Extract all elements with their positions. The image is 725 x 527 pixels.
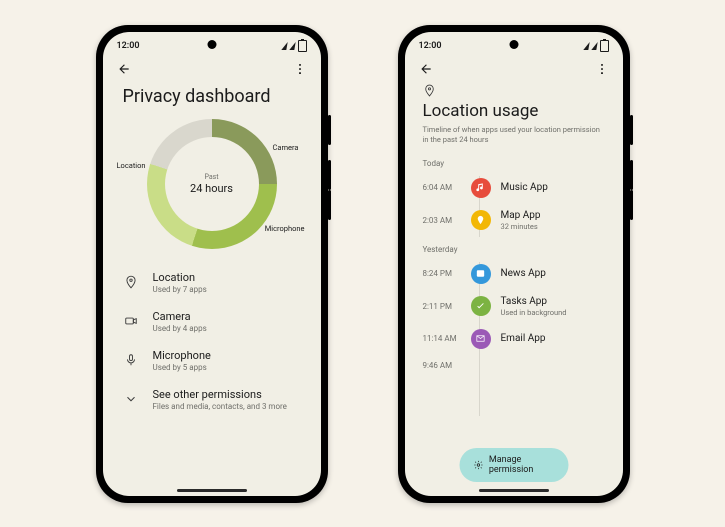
- timeline-time: 2:03 AM: [423, 216, 461, 225]
- timeline-sub: 32 minutes: [501, 222, 541, 231]
- timeline-app: News App: [501, 268, 546, 279]
- manage-permission-label: Manage permission: [489, 455, 554, 475]
- timeline-time: 6:04 AM: [423, 183, 461, 192]
- section-header-today: Today: [405, 151, 623, 172]
- signal-icon: [281, 42, 287, 50]
- permission-row-microphone[interactable]: MicrophoneUsed by 5 apps: [121, 341, 303, 380]
- timeline-app: Music App: [501, 182, 548, 193]
- back-button[interactable]: [419, 62, 433, 76]
- page-title: Location usage: [423, 101, 605, 121]
- timeline-row[interactable]: 2:03 AM Map App32 minutes: [423, 204, 605, 237]
- arrow-left-icon: [117, 62, 131, 76]
- more-vert-icon: [595, 62, 609, 76]
- app-icon-music: [471, 178, 491, 198]
- signal-icon: [591, 42, 597, 50]
- permission-sub: Files and media, contacts, and 3 more: [153, 402, 287, 411]
- signal-icon: [583, 42, 589, 50]
- arrow-left-icon: [419, 62, 433, 76]
- timeline-app: Tasks App: [501, 296, 567, 307]
- camera-punch-hole: [509, 40, 518, 49]
- timeline-row[interactable]: 8:24 PM News App: [423, 258, 605, 290]
- timeline-row-cutoff: 9:46 AM: [423, 355, 605, 376]
- permission-label: Location: [153, 271, 207, 284]
- donut-label-microphone: Microphone: [265, 224, 305, 233]
- timeline-app: Map App: [501, 210, 541, 221]
- timeline-row[interactable]: 6:04 AM Music App: [423, 172, 605, 204]
- permission-label: See other permissions: [153, 388, 287, 401]
- battery-icon: [298, 40, 307, 52]
- permission-sub: Used by 5 apps: [153, 363, 211, 372]
- timeline-sub: Used in background: [501, 308, 567, 317]
- back-button[interactable]: [117, 62, 131, 76]
- screen-location-usage: 12:00 Location usage Timeline of whe: [405, 32, 623, 496]
- battery-icon: [600, 40, 609, 52]
- phone-frame-left: 12:00 Privacy dashboard Past: [96, 25, 328, 503]
- app-icon-map: [471, 210, 491, 230]
- page-subtitle: Timeline of when apps used your location…: [423, 125, 605, 145]
- donut-caption-top: Past: [204, 173, 218, 181]
- overflow-menu[interactable]: [293, 62, 307, 76]
- chevron-down-icon: [123, 392, 139, 406]
- location-pin-icon: [423, 84, 605, 97]
- permission-row-camera[interactable]: CameraUsed by 4 apps: [121, 302, 303, 341]
- camera-punch-hole: [207, 40, 216, 49]
- app-icon-tasks: [471, 296, 491, 316]
- timeline-row[interactable]: 11:14 AM Email App: [423, 323, 605, 355]
- permission-sub: Used by 7 apps: [153, 285, 207, 294]
- permission-label: Microphone: [153, 349, 211, 362]
- donut-label-camera: Camera: [273, 143, 299, 152]
- camera-icon: [123, 314, 139, 328]
- page-title: Privacy dashboard: [103, 80, 321, 117]
- donut-label-location: Location: [117, 161, 146, 170]
- app-icon-email: [471, 329, 491, 349]
- timeline-app: Email App: [501, 333, 546, 344]
- permission-sub: Used by 4 apps: [153, 324, 207, 333]
- permission-label: Camera: [153, 310, 207, 323]
- location-pin-icon: [123, 275, 139, 289]
- signal-icon: [289, 42, 295, 50]
- permission-row-location[interactable]: LocationUsed by 7 apps: [121, 263, 303, 302]
- microphone-icon: [123, 353, 139, 367]
- status-time: 12:00: [117, 41, 140, 51]
- timeline-time: 11:14 AM: [423, 334, 461, 343]
- phone-frame-right: 12:00 Location usage Timeline of whe: [398, 25, 630, 503]
- screen-privacy-dashboard: 12:00 Privacy dashboard Past: [103, 32, 321, 496]
- timeline-time: 9:46 AM: [423, 361, 461, 370]
- overflow-menu[interactable]: [595, 62, 609, 76]
- timeline-time: 8:24 PM: [423, 269, 461, 278]
- usage-donut-chart: Past 24 hours Location Camera Microphone: [147, 119, 277, 249]
- permission-row-see-other[interactable]: See other permissionsFiles and media, co…: [121, 380, 303, 419]
- app-icon-news: [471, 264, 491, 284]
- gesture-nav-handle[interactable]: [479, 489, 549, 492]
- donut-caption-main: 24 hours: [190, 182, 233, 195]
- gesture-nav-handle[interactable]: [177, 489, 247, 492]
- timeline-time: 2:11 PM: [423, 302, 461, 311]
- more-vert-icon: [293, 62, 307, 76]
- manage-permission-button[interactable]: Manage permission: [459, 448, 568, 482]
- status-time: 12:00: [419, 41, 442, 51]
- section-header-yesterday: Yesterday: [405, 237, 623, 258]
- timeline-row[interactable]: 2:11 PM Tasks AppUsed in background: [423, 290, 605, 323]
- gear-icon: [473, 459, 483, 471]
